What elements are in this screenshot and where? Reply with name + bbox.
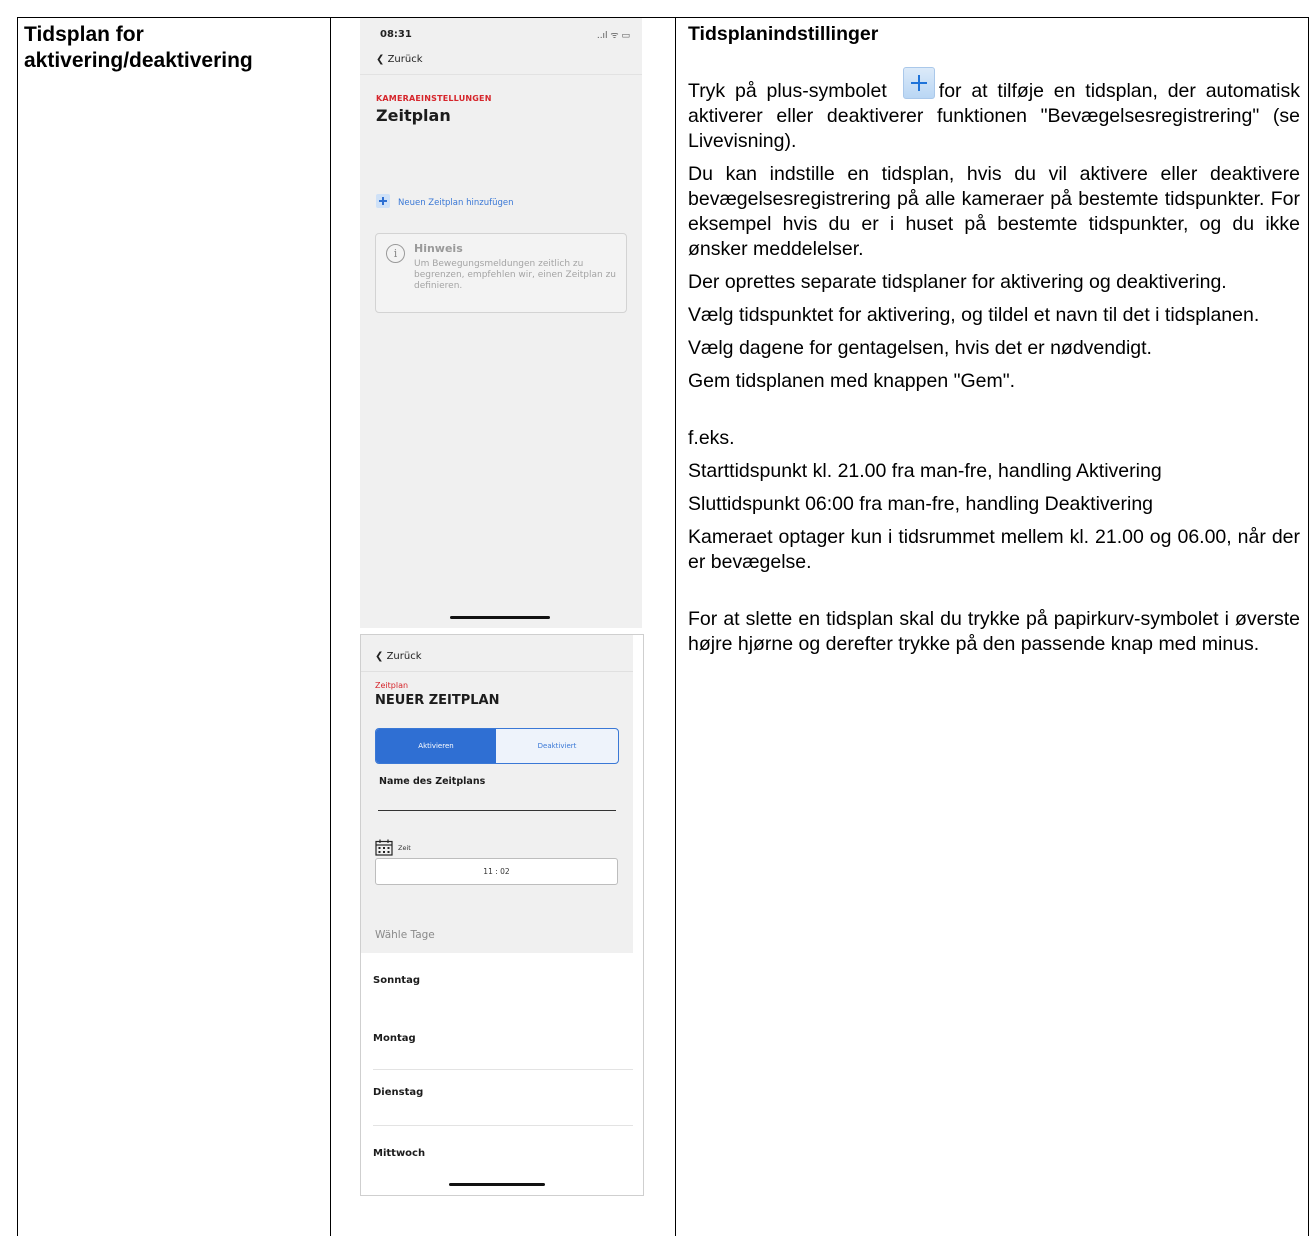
table-top-border (17, 17, 1309, 18)
table-column-divider (330, 17, 331, 1236)
segment-deaktiviert[interactable]: Deaktiviert (496, 729, 618, 763)
plus-icon (376, 194, 390, 208)
phone-screenshot-new-schedule: ❮ Zurück Zeitplan NEUER ZEITPLAN Aktivie… (360, 634, 644, 1196)
table-column-divider (675, 17, 676, 1236)
screen-overline: KAMERAEINSTELLUNGEN (376, 94, 492, 103)
schedule-name-input[interactable] (378, 810, 616, 811)
add-schedule-button[interactable]: Neuen Zeitplan hinzufügen (376, 194, 513, 208)
example-line: Sluttidspunkt 06:00 fra man-fre, handlin… (688, 493, 1154, 515)
paragraph-add-schedule: Tryk på plus-symbolet for at tilføje en t… (688, 67, 1300, 154)
home-indicator (450, 616, 550, 619)
back-button[interactable]: ❮ Zurück (375, 651, 422, 662)
paragraph: Gem tidsplanen med knappen "Gem". (688, 370, 1016, 392)
chevron-left-icon: ❮ (376, 54, 385, 65)
back-label: Zurück (387, 54, 423, 65)
divider (373, 1125, 633, 1126)
divider (360, 74, 642, 75)
hint-title: Hinweis (414, 242, 463, 255)
signal-wifi-battery-icon: ..ıl ᯤ ▭ (596, 31, 630, 41)
time-label: Zeit (398, 844, 411, 852)
divider (373, 1069, 633, 1070)
example-line: Kameraet optager kun i tidsrummet mellem… (688, 526, 1300, 573)
example-label: f.eks. (688, 427, 735, 449)
screen-overline: Zeitplan (375, 681, 409, 690)
add-schedule-label: Neuen Zeitplan hinzufügen (398, 198, 514, 208)
divider (361, 671, 633, 672)
activation-segmented-control: Aktivieren Deaktiviert (375, 728, 619, 764)
paragraph: Du kan indstille en tidsplan, hvis du vi… (688, 163, 1300, 260)
info-icon: i (386, 244, 405, 263)
status-time: 08:31 (380, 29, 412, 40)
example-line: Starttidspunkt kl. 21.00 fra man-fre, ha… (688, 460, 1162, 482)
segment-aktivieren[interactable]: Aktivieren (376, 729, 496, 763)
paragraph: Vælg dagene for gentagelsen, hvis det er… (688, 337, 1152, 359)
section-title: Tidsplan for aktivering/deaktivering (24, 23, 253, 72)
paragraph-text: Tryk på plus-symbolet (688, 80, 887, 102)
back-button[interactable]: ❮ Zurück (376, 54, 423, 65)
screen-title: NEUER ZEITPLAN (375, 693, 500, 708)
schedule-name-label: Name des Zeitplans (379, 776, 486, 787)
day-item-sonntag[interactable]: Sonntag (373, 975, 420, 986)
status-bar: 08:31 ..ıl ᯤ ▭ (360, 18, 642, 52)
instructions-column: Tidsplanindstillinger Tryk på plus-symbo… (688, 22, 1300, 665)
settings-heading: Tidsplanindstillinger (688, 23, 879, 45)
home-indicator (449, 1183, 545, 1186)
paragraph: Der oprettes separate tidsplaner for akt… (688, 271, 1227, 293)
screen-title: Zeitplan (376, 106, 451, 125)
hint-body: Um Bewegungsmeldungen zeitlich zu begren… (414, 259, 617, 291)
choose-days-label: Wähle Tage (375, 929, 435, 941)
paragraph: Vælg tidspunktet for aktivering, og tild… (688, 304, 1260, 326)
day-item-dienstag[interactable]: Dienstag (373, 1087, 423, 1098)
time-picker[interactable]: 11 : 02 (375, 858, 618, 885)
chevron-left-icon: ❮ (375, 651, 384, 662)
hint-box: i Hinweis Um Bewegungsmeldungen zeitlich… (375, 233, 627, 313)
day-item-mittwoch[interactable]: Mittwoch (373, 1148, 425, 1159)
phone-screenshot-schedule-list: 08:31 ..ıl ᯤ ▭ ❮ Zurück KAMERAEINSTELLUN… (360, 18, 642, 628)
plus-icon (902, 67, 935, 99)
day-item-montag[interactable]: Montag (373, 1033, 416, 1044)
table-border-left (17, 17, 18, 1236)
back-label: Zurück (386, 651, 422, 662)
calendar-icon (375, 839, 393, 856)
paragraph-delete: For at slette en tidsplan skal du trykke… (688, 608, 1300, 655)
